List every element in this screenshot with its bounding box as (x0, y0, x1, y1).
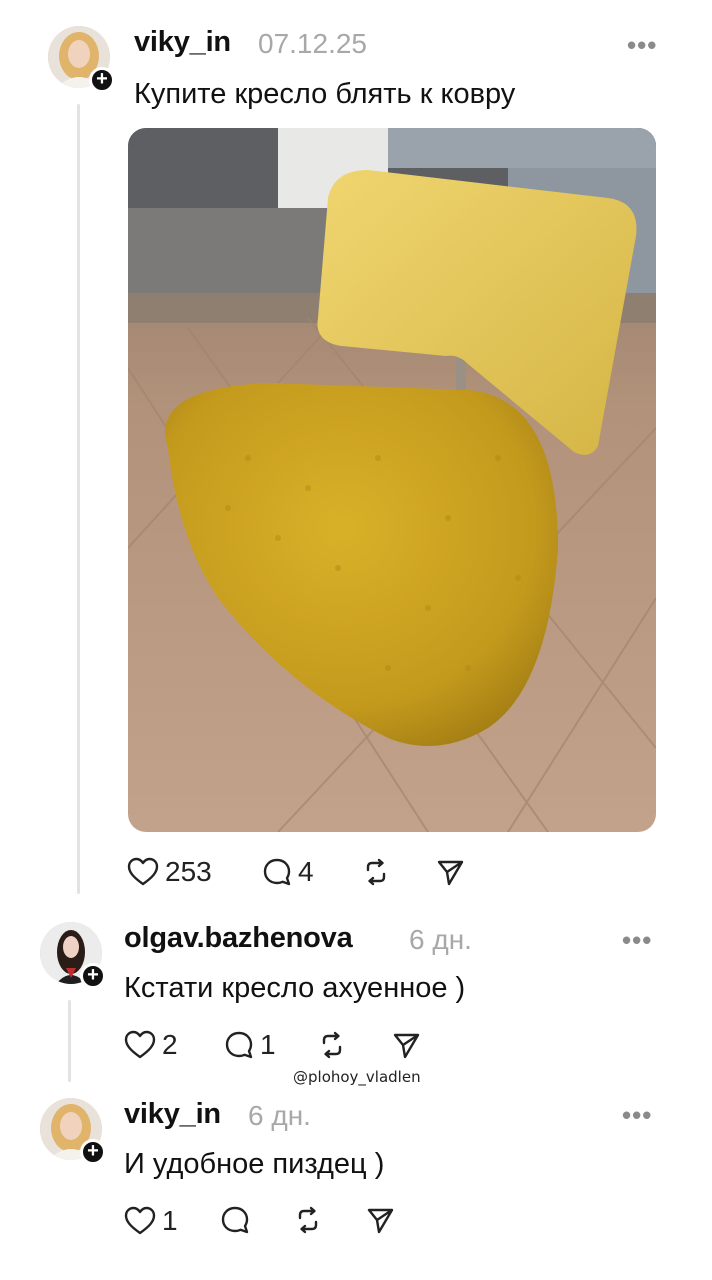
thread-line (68, 1000, 71, 1082)
repost-button[interactable] (362, 858, 390, 886)
follow-plus-icon[interactable]: + (80, 1139, 106, 1165)
heart-icon (127, 857, 159, 886)
more-options-icon[interactable]: ••• (622, 1100, 652, 1131)
like-count: 1 (162, 1205, 178, 1236)
comment-button[interactable]: 1 (224, 1029, 276, 1061)
follow-plus-icon[interactable]: + (89, 67, 115, 93)
post-image[interactable] (128, 128, 656, 832)
comment-count: 1 (260, 1029, 276, 1060)
watermark: @plohoy_vladlen (293, 1068, 421, 1086)
post-username[interactable]: viky_in (134, 26, 231, 59)
reply-username[interactable]: olgav.bazhenova (124, 922, 353, 955)
send-icon (393, 1033, 420, 1059)
like-button[interactable]: 253 (127, 856, 212, 888)
comment-icon (225, 1031, 253, 1059)
comment-count: 4 (298, 856, 314, 887)
reply-time: 6 дн. (409, 924, 472, 955)
comment-button[interactable] (220, 1205, 250, 1235)
comment-icon (263, 858, 291, 886)
post-time: 07.12.25 (258, 28, 367, 59)
like-button[interactable]: 2 (124, 1029, 178, 1061)
share-button[interactable] (392, 1031, 420, 1059)
reply-text: Кстати кресло ахуенное ) (124, 972, 466, 1004)
chair-photo (128, 128, 656, 832)
share-button[interactable] (436, 858, 464, 886)
more-options-icon[interactable]: ••• (627, 30, 657, 61)
like-button[interactable]: 1 (124, 1205, 178, 1237)
thread-line (77, 104, 80, 894)
like-count: 2 (162, 1029, 178, 1060)
reply-text: И удобное пиздец ) (124, 1148, 385, 1180)
send-icon (437, 860, 464, 886)
reply-time: 6 дн. (248, 1100, 311, 1131)
repost-button[interactable] (318, 1031, 346, 1059)
comment-button[interactable]: 4 (262, 856, 314, 888)
comment-icon (221, 1206, 249, 1234)
reply-username[interactable]: viky_in (124, 1098, 221, 1131)
post-text: Купите кресло блять к ковру (134, 78, 516, 110)
like-count: 253 (165, 856, 212, 887)
follow-plus-icon[interactable]: + (80, 963, 106, 989)
repost-icon (366, 858, 386, 886)
heart-icon (124, 1206, 156, 1235)
heart-icon (124, 1030, 156, 1059)
repost-icon (298, 1206, 318, 1234)
share-button[interactable] (366, 1206, 394, 1234)
repost-button[interactable] (294, 1206, 322, 1234)
repost-icon (322, 1031, 342, 1059)
send-icon (367, 1208, 394, 1234)
more-options-icon[interactable]: ••• (622, 925, 652, 956)
